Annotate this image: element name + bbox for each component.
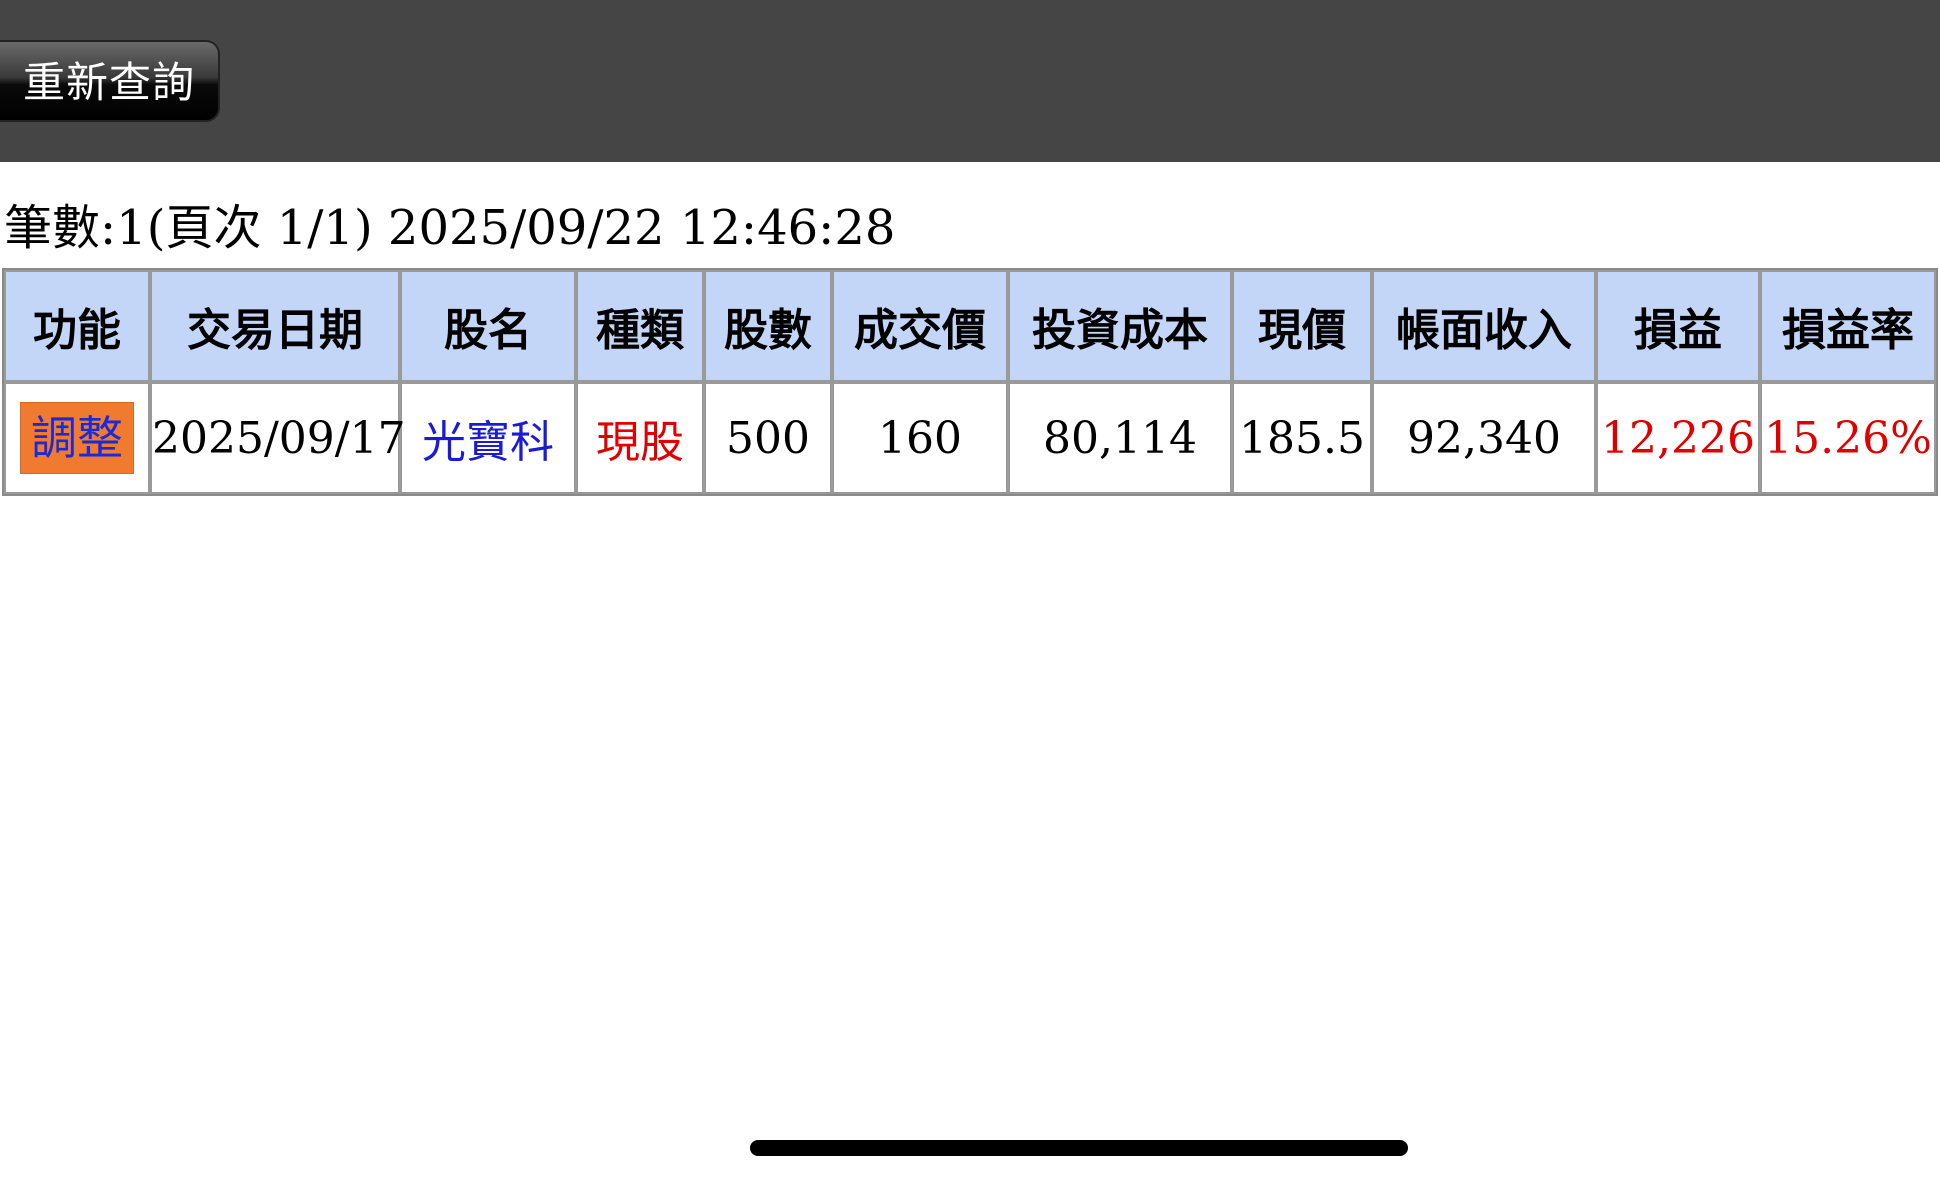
cell-investment-cost: 80,114 <box>1008 382 1232 494</box>
header-type: 種類 <box>576 270 704 382</box>
table-header-row: 功能 交易日期 股名 種類 股數 成交價 投資成本 現價 帳面收入 損益 損益率 <box>4 270 1936 382</box>
requery-button[interactable]: 重新查詢 <box>0 40 220 122</box>
home-indicator[interactable] <box>750 1140 1408 1156</box>
header-investment-cost: 投資成本 <box>1008 270 1232 382</box>
profit-value: 12,226 <box>1601 412 1755 464</box>
header-function: 功能 <box>4 270 150 382</box>
top-toolbar: 重新查詢 <box>0 0 1940 162</box>
profit-rate-value: 15.26% <box>1764 412 1932 464</box>
header-trade-date: 交易日期 <box>150 270 400 382</box>
cell-shares: 500 <box>704 382 832 494</box>
adjust-button[interactable]: 調整 <box>20 402 134 474</box>
cell-trade-price: 160 <box>832 382 1008 494</box>
header-current-price: 現價 <box>1232 270 1372 382</box>
header-book-income: 帳面收入 <box>1372 270 1596 382</box>
cell-trade-date: 2025/09/17 <box>150 382 406 494</box>
type-label: 現股 <box>596 417 684 468</box>
header-profit: 損益 <box>1596 270 1760 382</box>
cell-stock-name: 光寶科 <box>400 382 576 494</box>
cell-function: 調整 <box>4 382 150 494</box>
header-profit-rate: 損益率 <box>1760 270 1936 382</box>
cell-type: 現股 <box>576 382 704 494</box>
record-summary: 筆數:1(頁次 1/1) 2025/09/22 12:46:28 <box>4 200 896 256</box>
cell-profit-rate: 15.26% <box>1760 382 1936 494</box>
header-stock-name: 股名 <box>400 270 576 382</box>
table-row: 調整 2025/09/17 光寶科 現股 500 160 80,114 185.… <box>4 382 1936 494</box>
cell-book-income: 92,340 <box>1372 382 1596 494</box>
cell-profit: 12,226 <box>1596 382 1760 494</box>
stock-name-link[interactable]: 光寶科 <box>422 417 554 468</box>
holdings-table: 功能 交易日期 股名 種類 股數 成交價 投資成本 現價 帳面收入 損益 損益率… <box>2 268 1938 496</box>
header-shares: 股數 <box>704 270 832 382</box>
cell-current-price: 185.5 <box>1232 382 1372 494</box>
header-trade-price: 成交價 <box>832 270 1008 382</box>
